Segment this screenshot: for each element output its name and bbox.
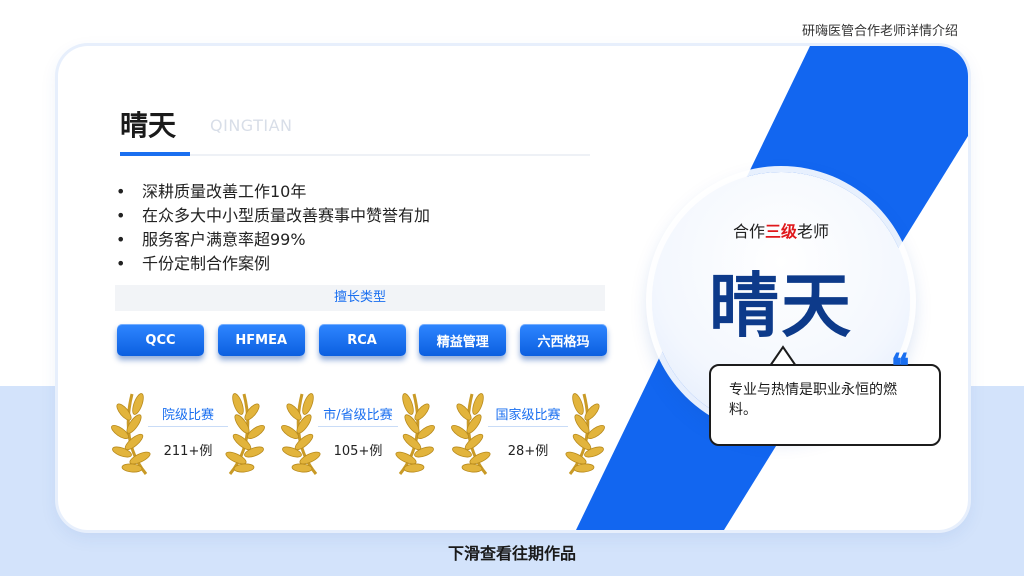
highlights-list: 深耕质量改善工作10年 在众多大中小型质量改善赛事中赞誉有加 服务客户满意率超9…: [116, 180, 430, 276]
skill-tag-qcc[interactable]: QCC: [117, 324, 204, 356]
skill-tag-hfmea[interactable]: HFMEA: [217, 324, 305, 356]
skill-tag-lean[interactable]: 精益管理: [419, 324, 507, 356]
award-national-level: 国家级比赛 28+例: [450, 382, 606, 478]
award-label: 市/省级比赛: [323, 408, 393, 423]
list-item: 千份定制合作案例: [116, 252, 430, 276]
skill-tag-six-sigma[interactable]: 六西格玛: [520, 324, 607, 356]
level-highlight: 三级: [764, 222, 797, 241]
title-underline: [120, 152, 190, 156]
award-divider: [488, 426, 568, 427]
skills-header: 擅长类型: [115, 285, 605, 311]
teacher-level: 合作三级老师: [732, 222, 830, 241]
page-title-romanized: QINGTIAN: [210, 116, 293, 135]
skill-tag-rca[interactable]: RCA: [318, 324, 406, 356]
laurel-wreath-icon: [281, 393, 435, 475]
list-item: 深耕质量改善工作10年: [116, 180, 430, 204]
award-divider: [318, 426, 398, 427]
award-divider: [148, 426, 228, 427]
award-hospital-level: 院级比赛 211+例: [110, 382, 266, 478]
award-count: 211+例: [163, 444, 213, 459]
award-label: 国家级比赛: [495, 408, 561, 423]
teacher-name: 晴天: [709, 265, 853, 347]
laurel-wreath-icon: [111, 393, 265, 475]
profile-card: 晴天 QINGTIAN 深耕质量改善工作10年 在众多大中小型质量改善赛事中赞誉…: [58, 46, 968, 530]
scroll-hint[interactable]: 下滑查看往期作品: [0, 540, 1024, 564]
page-title: 晴天: [120, 109, 177, 142]
skill-tags: QCC HFMEA RCA 精益管理 六西格玛: [117, 324, 607, 356]
title-divider: [120, 154, 590, 156]
laurel-wreath-icon: [451, 393, 605, 475]
award-city-province-level: 市/省级比赛 105+例: [280, 382, 436, 478]
award-count: 105+例: [333, 444, 383, 459]
award-count: 28+例: [507, 444, 549, 459]
quote-mark-icon: ❝: [891, 347, 910, 387]
list-item: 服务客户满意率超99%: [116, 228, 430, 252]
list-item: 在众多大中小型质量改善赛事中赞誉有加: [116, 204, 430, 228]
header-caption: 研嗨医管合作老师详情介绍: [801, 24, 958, 39]
award-label: 院级比赛: [161, 408, 214, 423]
